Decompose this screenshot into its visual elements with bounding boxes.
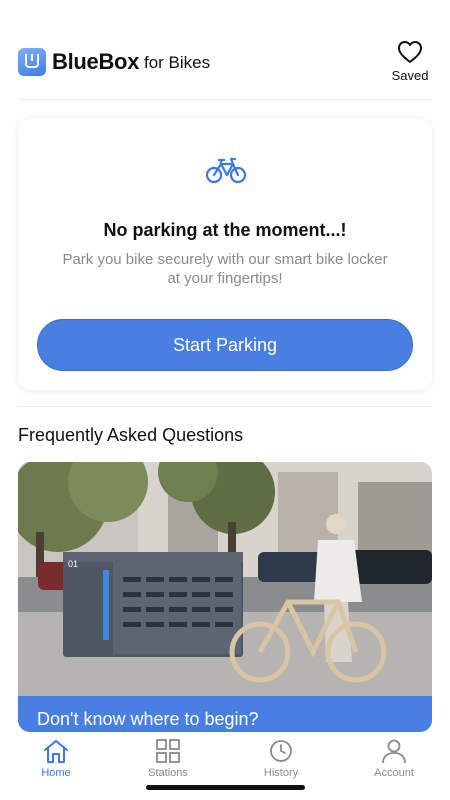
tab-stations[interactable]: Stations: [128, 738, 208, 779]
tab-home[interactable]: Home: [16, 738, 96, 779]
clock-icon: [270, 740, 292, 762]
tab-history[interactable]: History: [241, 738, 321, 779]
start-parking-button[interactable]: Start Parking: [37, 319, 413, 371]
heart-icon: [398, 41, 422, 63]
home-indicator: [146, 785, 305, 790]
bluebox-logo-icon: [18, 48, 46, 76]
tab-history-label: History: [263, 767, 299, 779]
saved-label: Saved: [391, 68, 429, 83]
section-divider: [18, 406, 432, 407]
grid-icon: [156, 739, 180, 763]
tab-stations-label: Stations: [148, 767, 188, 779]
no-parking-description: Park you bike securely with our smart bi…: [62, 251, 388, 287]
person-icon: [382, 739, 406, 764]
faq-image-bike-locker: 01: [18, 462, 432, 702]
tab-account-label: Account: [374, 767, 414, 779]
bicycle-icon: [206, 157, 246, 184]
faq-section-title: Frequently Asked Questions: [18, 425, 244, 445]
tab-home-label: Home: [41, 767, 71, 779]
no-parking-title: No parking at the moment...!: [103, 220, 347, 240]
parking-status-card: No parking at the moment...! Park you bi…: [18, 118, 432, 390]
tab-account[interactable]: Account: [354, 738, 434, 779]
brand-suffix: for Bikes: [144, 53, 211, 72]
header-divider: [18, 99, 432, 100]
brand-name: BlueBox: [52, 49, 140, 74]
faq-banner-title: Don't know where to begin?: [37, 709, 259, 729]
saved-button[interactable]: Saved: [388, 40, 432, 83]
home-icon: [44, 740, 68, 763]
app-header: BlueBox for Bikes Saved: [18, 40, 432, 90]
faq-card[interactable]: 01 Don't know where to begin?: [18, 462, 432, 732]
locker-number-label: 01: [68, 559, 78, 569]
